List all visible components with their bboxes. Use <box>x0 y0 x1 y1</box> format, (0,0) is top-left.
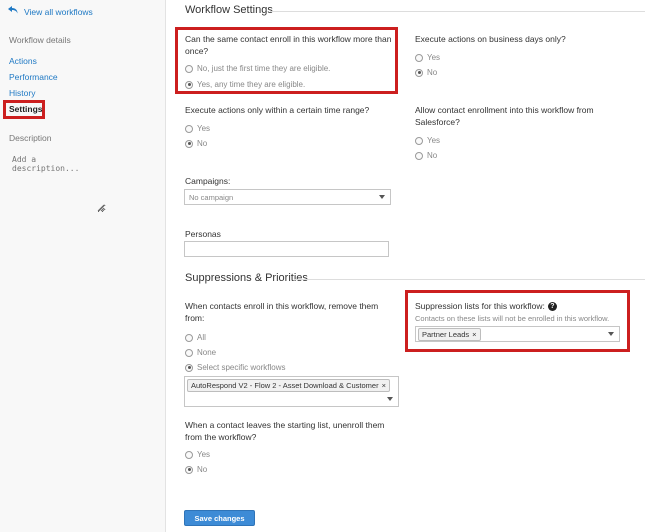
time-range-option-no-label: No <box>197 139 208 148</box>
time-range-option-yes[interactable]: Yes <box>185 124 210 133</box>
business-days-option-no-label: No <box>427 68 438 77</box>
radio-button-selected[interactable] <box>415 68 423 77</box>
suppression-list-tag: Partner Leads × <box>418 328 481 341</box>
business-days-option-yes-label: Yes <box>427 53 441 62</box>
view-all-workflows-label: View all workflows <box>24 6 93 17</box>
reenroll-option-no[interactable]: No, just the first time they are eligibl… <box>185 64 330 73</box>
suppression-lists-select[interactable]: Partner Leads × <box>415 326 620 342</box>
view-all-workflows-link[interactable]: View all workflows <box>8 6 93 17</box>
salesforce-option-no[interactable]: No <box>415 151 437 160</box>
salesforce-option-yes-label: Yes <box>427 136 441 145</box>
workflow-tag-label: AutoRespond V2 - Flow 2 - Asset Download… <box>191 381 379 390</box>
workflows-multiselect[interactable]: AutoRespond V2 - Flow 2 - Asset Download… <box>184 376 399 407</box>
unenroll-option-no[interactable]: No <box>185 465 207 474</box>
remove-from-option-all-label: All <box>197 333 206 342</box>
unenroll-option-no-label: No <box>197 465 208 474</box>
description-textarea[interactable] <box>7 151 106 213</box>
unenroll-option-yes-label: Yes <box>197 450 211 459</box>
remove-from-option-all[interactable]: All <box>185 333 206 342</box>
time-range-option-yes-label: Yes <box>197 124 211 133</box>
section-divider <box>294 279 645 280</box>
workflow-tag: AutoRespond V2 - Flow 2 - Asset Download… <box>187 379 390 392</box>
unenroll-question: When a contact leaves the starting list,… <box>185 420 385 442</box>
business-days-option-yes[interactable]: Yes <box>415 53 440 62</box>
remove-from-option-specific-label: Select specific workflows <box>197 363 286 372</box>
suppressions-title: Suppressions & Priorities <box>185 272 308 284</box>
reenroll-option-no-label: No, just the first time they are eligibl… <box>197 64 331 73</box>
sidebar-item-performance[interactable]: Performance <box>9 72 58 82</box>
salesforce-option-no-label: No <box>427 151 438 160</box>
sidebar-heading: Workflow details <box>9 35 71 45</box>
remove-from-option-specific[interactable]: Select specific workflows <box>185 363 285 372</box>
radio-button[interactable] <box>185 450 193 459</box>
radio-button-selected[interactable] <box>185 139 193 148</box>
radio-button[interactable] <box>185 333 193 342</box>
business-days-question: Execute actions on business days only? <box>415 34 566 44</box>
business-days-option-no[interactable]: No <box>415 68 437 77</box>
radio-button[interactable] <box>415 136 423 145</box>
remove-tag-icon[interactable]: × <box>472 330 476 339</box>
campaigns-label: Campaigns: <box>185 176 231 186</box>
chevron-down-icon <box>387 397 393 401</box>
sidebar-item-actions[interactable]: Actions <box>9 56 37 66</box>
suppression-lists-label: Suppression lists for this workflow:? <box>415 300 557 312</box>
suppression-lists-label-text: Suppression lists for this workflow: <box>415 301 545 311</box>
remove-from-question: When contacts enroll in this workflow, r… <box>185 301 379 323</box>
salesforce-question: Allow contact enrollment into this workf… <box>415 105 594 127</box>
reenroll-question: Can the same contact enroll in this work… <box>185 34 392 56</box>
personas-label: Personas <box>185 229 221 239</box>
radio-button[interactable] <box>415 151 423 160</box>
suppression-list-tag-label: Partner Leads <box>422 330 470 339</box>
radio-button[interactable] <box>185 124 193 133</box>
radio-button[interactable] <box>185 64 193 73</box>
reenroll-option-yes[interactable]: Yes, any time they are eligible. <box>185 80 305 89</box>
resize-grip-icon[interactable] <box>97 204 105 212</box>
chevron-down-icon <box>379 195 385 199</box>
radio-button-selected[interactable] <box>185 80 193 89</box>
section-divider <box>270 11 645 12</box>
remove-from-option-none-label: None <box>197 348 217 357</box>
help-icon[interactable]: ? <box>547 302 557 312</box>
time-range-option-no[interactable]: No <box>185 139 207 148</box>
sidebar-item-history[interactable]: History <box>9 88 35 98</box>
radio-button-selected[interactable] <box>185 363 193 372</box>
remove-from-option-none[interactable]: None <box>185 348 216 357</box>
save-changes-button[interactable]: Save changes <box>184 510 255 526</box>
salesforce-option-yes[interactable]: Yes <box>415 136 440 145</box>
description-label: Description <box>9 133 52 143</box>
campaigns-select[interactable]: No campaign <box>184 189 391 205</box>
time-range-question: Execute actions only within a certain ti… <box>185 105 370 115</box>
radio-button[interactable] <box>185 348 193 357</box>
suppression-lists-helper: Contacts on these lists will not be enro… <box>415 314 610 323</box>
reenroll-option-yes-label: Yes, any time they are eligible. <box>197 80 306 89</box>
personas-input[interactable] <box>184 241 389 257</box>
unenroll-option-yes[interactable]: Yes <box>185 450 210 459</box>
remove-tag-icon[interactable]: × <box>382 381 386 390</box>
radio-button[interactable] <box>415 53 423 62</box>
back-arrow-icon <box>8 6 18 17</box>
campaigns-select-value: No campaign <box>189 192 234 202</box>
radio-button-selected[interactable] <box>185 465 193 474</box>
sidebar-item-settings[interactable]: Settings <box>9 104 43 114</box>
chevron-down-icon <box>608 332 614 336</box>
workflow-settings-title: Workflow Settings <box>185 4 273 16</box>
